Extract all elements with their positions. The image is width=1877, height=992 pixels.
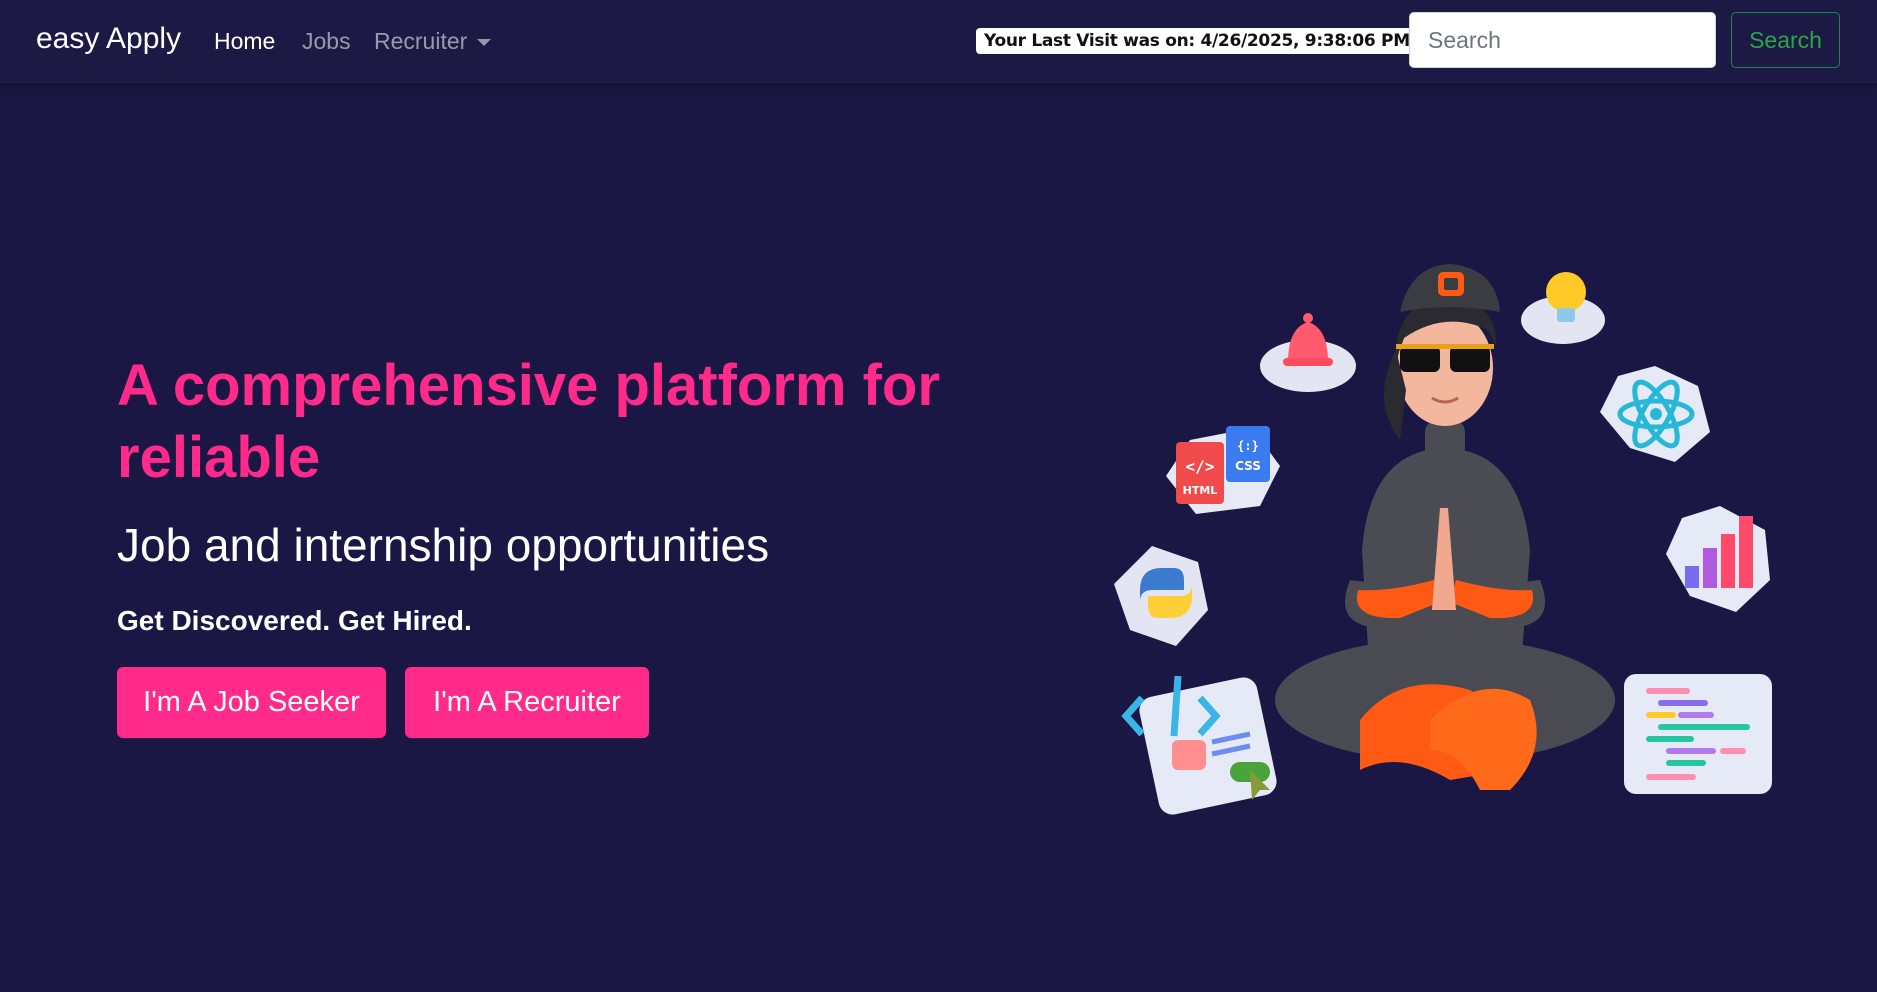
recruiter-button[interactable]: I'm A Recruiter bbox=[405, 667, 649, 738]
nav-home[interactable]: Home bbox=[214, 28, 275, 55]
python-icon bbox=[1114, 546, 1208, 646]
hero-title: A comprehensive platform for reliable bbox=[117, 353, 940, 490]
nav-recruiter-label: Recruiter bbox=[374, 28, 468, 54]
hero-subtitle: Job and internship opportunities bbox=[117, 519, 770, 571]
lightbulb-icon bbox=[1521, 272, 1605, 344]
svg-text:{:}: {:} bbox=[1237, 439, 1259, 453]
html-css-icon: </> HTML {:} CSS bbox=[1166, 426, 1280, 514]
search-input[interactable] bbox=[1409, 12, 1716, 68]
last-visit-badge: Your Last Visit was on: 4/26/2025, 9:38:… bbox=[976, 28, 1418, 54]
last-visit-text: Your Last Visit was on: 4/26/2025, 9:38:… bbox=[984, 31, 1410, 51]
nav-jobs[interactable]: Jobs bbox=[302, 28, 351, 55]
bar-chart-icon bbox=[1666, 506, 1770, 612]
job-seeker-button[interactable]: I'm A Job Seeker bbox=[117, 667, 386, 738]
atom-icon bbox=[1600, 366, 1710, 462]
brand-logo[interactable]: easy Apply bbox=[36, 22, 181, 56]
nav-recruiter-dropdown[interactable]: Recruiter bbox=[374, 28, 492, 55]
hero-tagline: Get Discovered. Get Hired. bbox=[117, 605, 472, 636]
search-button[interactable]: Search bbox=[1731, 12, 1840, 68]
css-badge-label: CSS bbox=[1235, 459, 1261, 473]
code-editor-icon bbox=[1624, 674, 1772, 794]
svg-text:</>: </> bbox=[1186, 457, 1215, 476]
html-badge-label: HTML bbox=[1183, 484, 1218, 497]
chevron-down-icon bbox=[477, 39, 492, 47]
top-navbar: easy Apply Home Jobs Recruiter Your Last… bbox=[0, 0, 1877, 83]
code-card-icon bbox=[1121, 675, 1277, 815]
bell-icon bbox=[1260, 313, 1356, 392]
hero-illustration: </> HTML {:} CSS bbox=[1114, 264, 1772, 815]
